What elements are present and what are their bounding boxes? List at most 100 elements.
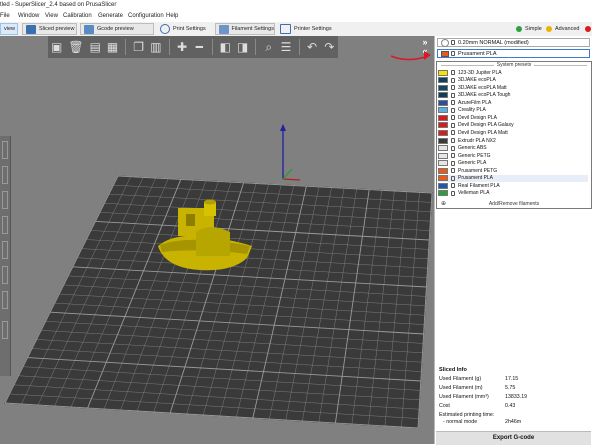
lock-icon (451, 51, 455, 56)
search-icon[interactable]: ⌕ (263, 39, 274, 55)
filament-option-label: 3DJAKE ecoPLA (458, 77, 496, 84)
filament-option-label: AzureFilm PLA (458, 99, 492, 106)
tab-gcode-preview[interactable]: Gcode preview (80, 23, 154, 35)
menu-view[interactable]: View (45, 13, 58, 19)
redo-icon[interactable]: ↷ (324, 39, 335, 55)
paste-icon[interactable]: ▥ (150, 39, 161, 55)
menu-configuration[interactable]: Configuration (128, 13, 164, 19)
filament-color-swatch (438, 69, 448, 76)
filament-select-value: Prusament PLA (458, 50, 497, 57)
toolbar-separator (255, 39, 257, 55)
tab-printer-settings[interactable]: Printer Settings (280, 23, 340, 35)
delete-all-icon[interactable]: ▤ (90, 39, 101, 55)
normal-mode-value: 2h46m (505, 419, 522, 425)
toolbar-separator (125, 39, 126, 55)
print-profile-select[interactable]: 0.20mm NORMAL (modified) (437, 38, 590, 47)
sliced-preview-icon (26, 24, 36, 34)
delete-icon[interactable]: 🗑 (68, 39, 83, 55)
filament-option-label: 123-3D Jupiter PLA (458, 69, 502, 76)
filament-color-swatch (438, 145, 448, 152)
mode-expert-button[interactable] (585, 25, 592, 33)
filament-color-swatch[interactable] (441, 50, 449, 57)
filament-option[interactable]: Real Filament PLA (438, 182, 588, 189)
seam-paint-icon[interactable] (2, 291, 8, 309)
lock-icon (451, 100, 455, 106)
menu-help[interactable]: Help (166, 13, 178, 19)
mode-advanced-button[interactable]: Advanced (546, 25, 579, 33)
estimated-time-label: Estimated printing time: (439, 412, 495, 418)
filament-color-swatch (438, 129, 448, 136)
add-instance-icon[interactable]: ✚ (176, 39, 187, 55)
filament-option[interactable]: 3DJAKE ecoPLA Tough (438, 92, 588, 99)
place-on-face-icon[interactable] (2, 216, 8, 234)
window-titlebar: tled - SuperSlicer_2.4 based on PrusaSli… (0, 0, 592, 12)
3d-toolbar: ▣ 🗑 ▤ ▦ ❐ ▥ ✚ ━ ◧ ◨ ⌕ ☰ ↶ ↷ (48, 36, 338, 58)
filament-option[interactable]: Extrudr PLA NX2 (438, 137, 588, 144)
annotation-arrow-icon (390, 51, 431, 61)
arrange-icon[interactable]: ▦ (107, 39, 118, 55)
remove-instance-icon[interactable]: ━ (194, 39, 205, 55)
lock-icon (451, 70, 455, 76)
add-object-icon[interactable]: ▣ (51, 39, 62, 55)
filament-color-swatch (438, 92, 448, 99)
cut-tool-icon[interactable] (2, 241, 8, 259)
filament-option[interactable]: Devil Design PLA Galaxy (438, 122, 588, 129)
filament-option[interactable]: Prusament PLA (438, 174, 588, 182)
info-row: Used Filament (m) 5.75 (439, 385, 589, 393)
filament-color-swatch (438, 190, 448, 197)
support-paint-icon[interactable] (2, 266, 8, 284)
filament-option[interactable]: Generic PLA (438, 160, 588, 167)
filament-option-label: Devil Design PLA Matt (458, 129, 508, 136)
filament-color-swatch (438, 114, 448, 121)
filament-option[interactable]: Devil Design PLA Matt (438, 129, 588, 136)
tab-sliced-preview-label: Sliced preview (39, 26, 75, 32)
filament-option[interactable]: Generic ABS (438, 145, 588, 152)
menu-calibration[interactable]: Calibration (63, 13, 92, 19)
filament-option[interactable]: 3DJAKE ecoPLA Matt (438, 84, 588, 91)
toolbar-separator (211, 39, 213, 55)
gear-icon (441, 38, 449, 47)
split-icon[interactable]: ◧ (220, 39, 231, 55)
add-remove-filaments-button[interactable]: ⊕ Add/Remove filaments (437, 201, 591, 207)
filament-option-label: Prusament PLA (458, 175, 494, 182)
filament-color-swatch (438, 84, 448, 91)
filament-option[interactable]: Velleman PLA (438, 190, 588, 197)
export-gcode-button[interactable]: Export G-code (436, 431, 591, 445)
mode-simple-button[interactable]: Simple (516, 25, 542, 33)
tab-filament-settings[interactable]: Filament Settings (215, 23, 275, 35)
tab-print-settings[interactable]: Print Settings (160, 23, 215, 35)
scale-tool-icon[interactable] (2, 166, 8, 184)
filament-option[interactable]: 3DJAKE ecoPLA (438, 77, 588, 84)
info-label: Used Filament (m) (439, 385, 483, 391)
menu-file[interactable]: File (0, 13, 10, 19)
filament-option-label: 3DJAKE ecoPLA Tough (458, 92, 511, 99)
lock-icon (451, 107, 455, 113)
layers-icon[interactable]: ☰ (280, 39, 292, 55)
menu-generate[interactable]: Generate (98, 13, 123, 19)
filament-option[interactable]: 123-3D Jupiter PLA (438, 69, 588, 76)
filament-color-swatch (438, 175, 448, 182)
3d-viewport[interactable]: ▣ 🗑 ▤ ▦ ❐ ▥ ✚ ━ ◧ ◨ ⌕ ☰ ↶ ↷ » « (0, 36, 434, 444)
tab-3d-view[interactable]: view (0, 23, 18, 35)
expert-mode-dot-icon (585, 26, 591, 32)
hollow-tool-icon[interactable] (2, 321, 8, 339)
undo-icon[interactable]: ↶ (306, 39, 317, 55)
add-remove-filaments-label: Add/Remove filaments (488, 201, 540, 207)
rotate-tool-icon[interactable] (2, 191, 8, 209)
simple-mode-dot-icon (516, 26, 522, 32)
copy-icon[interactable]: ❐ (133, 39, 144, 55)
filament-option[interactable]: Generic PETG (438, 152, 588, 159)
tab-sliced-preview[interactable]: Sliced preview (22, 23, 77, 35)
filament-option[interactable]: Devil Design PLA (438, 114, 588, 121)
filament-select[interactable]: Prusament PLA (437, 49, 590, 58)
menu-window[interactable]: Window (18, 13, 39, 19)
split-parts-icon[interactable]: ◨ (237, 39, 248, 55)
move-tool-icon[interactable] (2, 141, 8, 159)
filament-option-label: Generic PLA (458, 160, 487, 167)
filament-option[interactable]: AzureFilm PLA (438, 99, 588, 106)
filament-option[interactable]: Prusament PETG (438, 167, 588, 174)
toolbar-separator (298, 39, 300, 55)
filament-option[interactable]: Creality PLA (438, 107, 588, 114)
lock-icon (451, 168, 455, 174)
filament-option-label: Generic PETG (458, 152, 491, 159)
